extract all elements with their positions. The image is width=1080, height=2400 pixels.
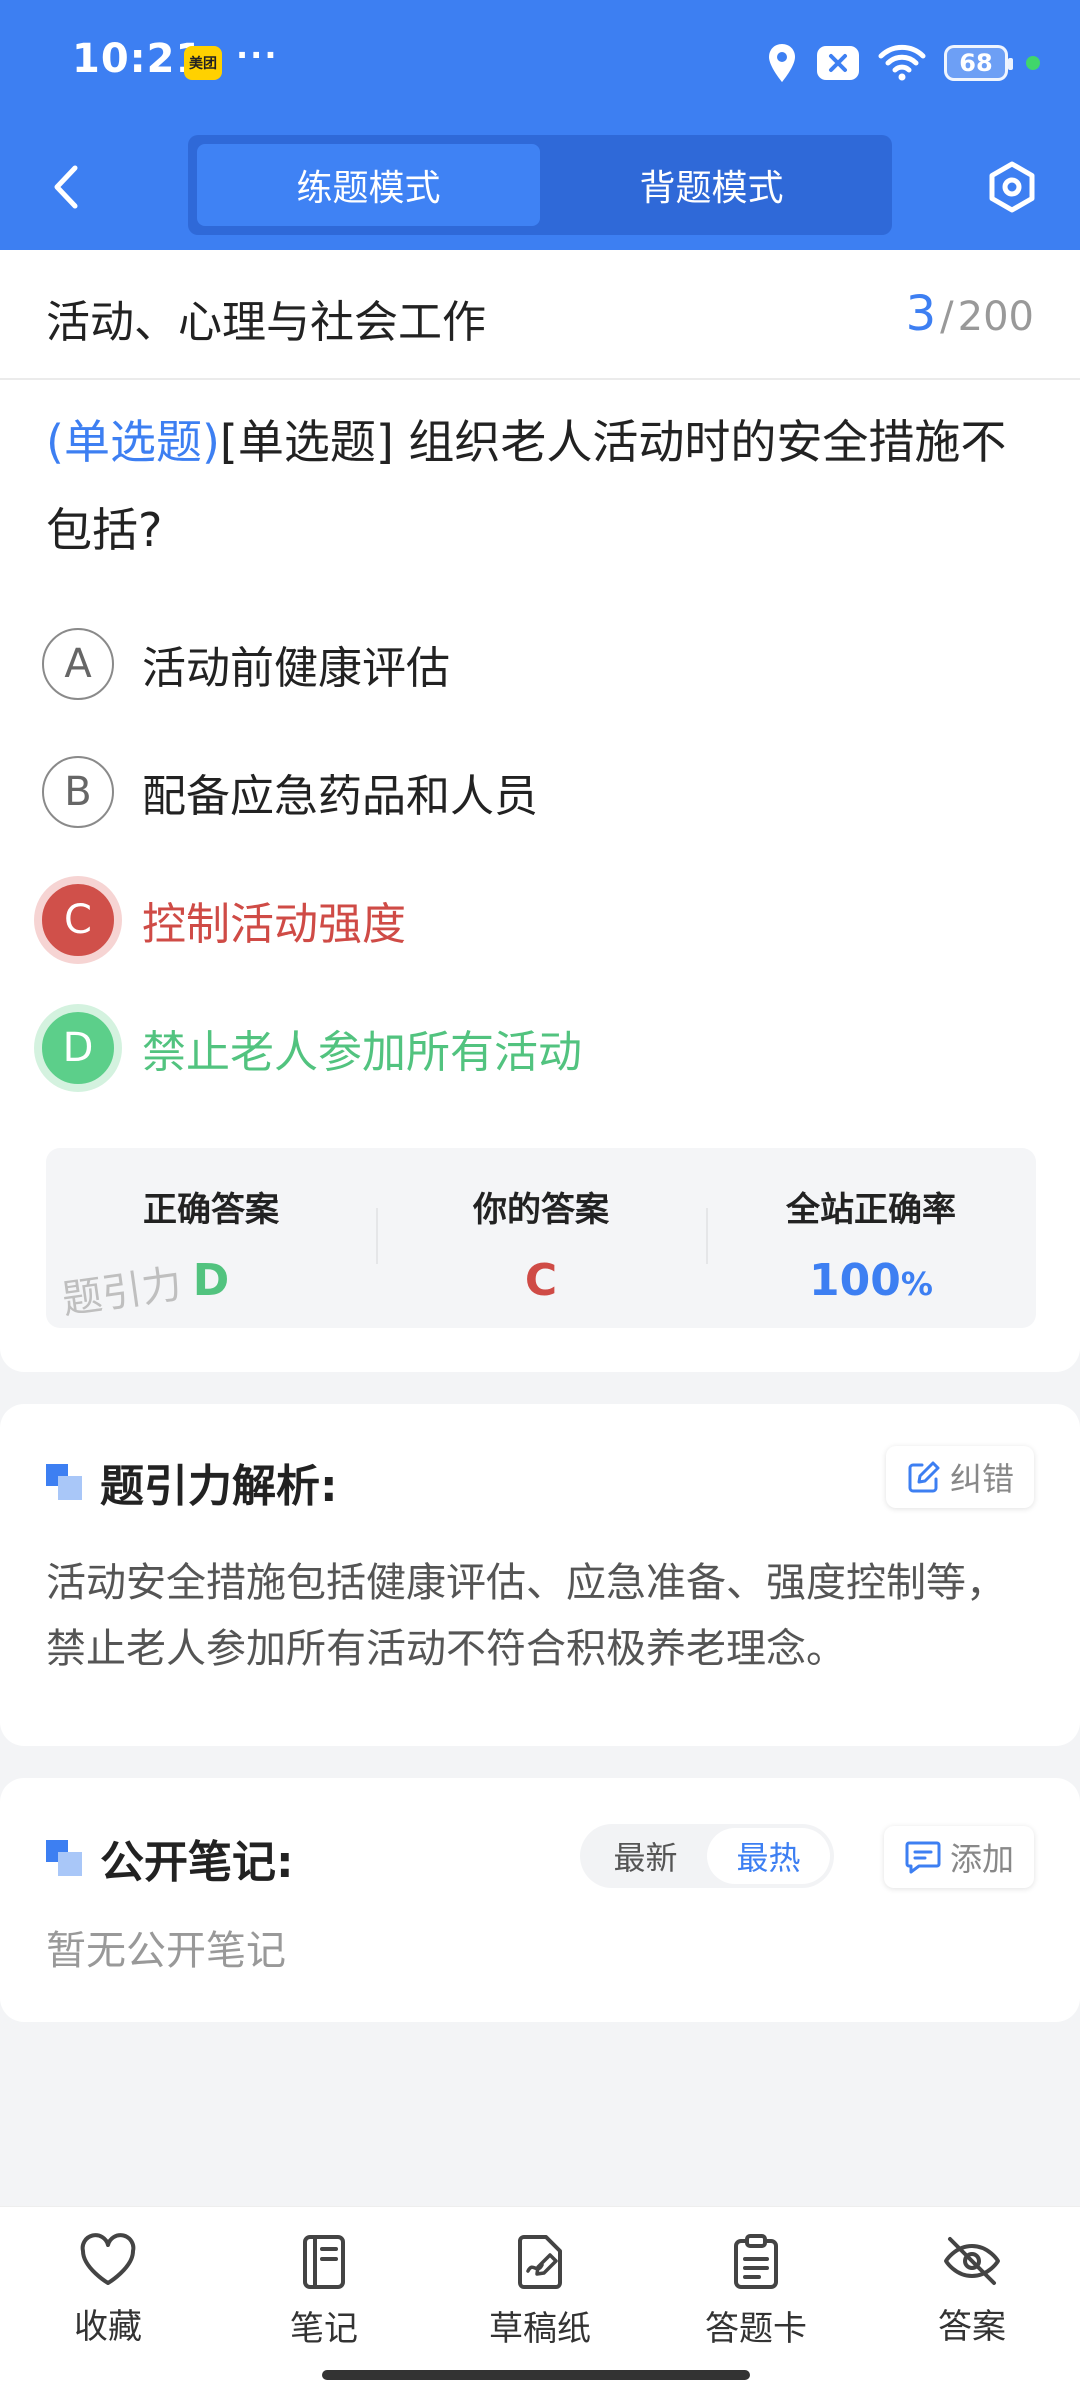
battery-indicator: 68: [944, 45, 1013, 81]
back-button[interactable]: [36, 157, 96, 217]
settings-button[interactable]: [980, 155, 1044, 219]
analysis-header: 题引力解析:: [46, 1450, 338, 1514]
toggle-answer-button[interactable]: 答案: [892, 2233, 1052, 2348]
answer-card-label: 答题卡: [705, 2309, 807, 2349]
option-d[interactable]: D 禁止老人参加所有活动: [42, 1008, 582, 1088]
accuracy-unit: %: [900, 1265, 933, 1303]
report-error-label: 纠错: [949, 1460, 1014, 1498]
option-text: 控制活动强度: [142, 899, 406, 950]
notebook-icon: [303, 2235, 345, 2289]
tab-practice-mode[interactable]: 练题模式: [197, 144, 540, 226]
notes-button[interactable]: 笔记: [244, 2233, 404, 2350]
analysis-card: 题引力解析: 纠错 活动安全措施包括健康评估、应急准备、强度控制等，禁止老人参加…: [0, 1404, 1080, 1746]
section-squares-icon: [46, 1840, 82, 1876]
meituan-app-icon: 美团: [184, 46, 222, 80]
answer-stats: 正确答案 D 题引力 你的答案 C 全站正确率 100%: [46, 1148, 1036, 1328]
question-card: 活动、心理与社会工作 3/200 (单选题)[单选题] 组织老人活动时的安全措施…: [0, 250, 1080, 1372]
notes-title: 公开笔记:: [100, 1837, 294, 1888]
tab-recite-mode[interactable]: 背题模式: [540, 144, 883, 226]
option-a[interactable]: A 活动前健康评估: [42, 624, 450, 704]
analysis-title: 题引力解析:: [100, 1461, 338, 1512]
option-text: 禁止老人参加所有活动: [142, 1027, 582, 1078]
stat-label: 全站正确率: [786, 1190, 956, 1230]
location-icon: [769, 44, 795, 82]
draft-paper-button[interactable]: 草稿纸: [460, 2233, 620, 2350]
status-bar: 10:21 美团 ··· 68: [0, 0, 1080, 125]
accuracy-number: 100: [809, 1255, 901, 1306]
option-b[interactable]: B 配备应急药品和人员: [42, 752, 538, 832]
total-questions: 200: [957, 294, 1034, 340]
current-question-number: 3: [905, 286, 937, 342]
eye-off-icon: [944, 2237, 1000, 2285]
draft-paper-label: 草稿纸: [489, 2309, 591, 2349]
favorite-button[interactable]: 收藏: [28, 2233, 188, 2348]
toggle-answer-label: 答案: [938, 2307, 1006, 2347]
stat-label: 你的答案: [473, 1190, 609, 1230]
question-type-tag: (单选题): [46, 415, 220, 469]
add-note-label: 添加: [949, 1840, 1014, 1878]
option-text: 活动前健康评估: [142, 643, 450, 694]
heart-icon: [80, 2233, 136, 2285]
favorite-label: 收藏: [74, 2307, 142, 2347]
public-notes-card: 公开笔记: 最新 最热 添加 暂无公开笔记: [0, 1778, 1080, 2022]
status-icons: 68: [766, 40, 1040, 86]
privacy-indicator-dot: [1026, 56, 1040, 70]
home-indicator[interactable]: [322, 2370, 750, 2380]
stat-site-accuracy: 全站正确率 100%: [706, 1148, 1036, 1328]
option-letter: D: [42, 1012, 114, 1084]
notes-label: 笔记: [290, 2309, 358, 2349]
answer-card-icon: [734, 2234, 778, 2289]
stat-correct-answer: 正确答案 D 题引力: [46, 1148, 376, 1328]
comment-icon: [905, 1841, 941, 1874]
settings-hexagon-icon: [989, 161, 1035, 213]
app-header: 10:21 美团 ··· 68 练题模式 背题模式: [0, 0, 1080, 250]
option-text: 配备应急药品和人员: [142, 771, 538, 822]
question-text: (单选题)[单选题] 组织老人活动时的安全措施不包括?: [46, 398, 1036, 574]
option-letter: C: [42, 884, 114, 956]
section-squares-icon: [46, 1464, 82, 1500]
edit-icon: [908, 1461, 940, 1493]
battery-level: 68: [959, 49, 993, 77]
analysis-text: 活动安全措施包括健康评估、应急准备、强度控制等，禁止老人参加所有活动不符合积极养…: [46, 1560, 1006, 1672]
nav-bar: 练题模式 背题模式: [0, 125, 1080, 250]
option-letter: B: [42, 756, 114, 828]
stat-your-answer: 你的答案 C: [376, 1148, 706, 1328]
correct-answer-value: D: [192, 1255, 230, 1306]
sim-off-icon: [817, 46, 859, 80]
category-row: 活动、心理与社会工作 3/200: [0, 250, 1080, 380]
watermark: 题引力: [59, 1261, 185, 1324]
notes-sort-toggle: 最新 最热: [580, 1824, 834, 1888]
category-title: 活动、心理与社会工作: [46, 297, 486, 348]
accuracy-value: 100%: [809, 1255, 933, 1306]
sort-latest[interactable]: 最新: [584, 1828, 707, 1884]
report-error-button[interactable]: 纠错: [885, 1446, 1034, 1508]
option-letter: A: [42, 628, 114, 700]
notes-header: 公开笔记:: [46, 1826, 294, 1890]
option-c[interactable]: C 控制活动强度: [42, 880, 406, 960]
progress-separator: /: [940, 294, 954, 340]
add-note-button[interactable]: 添加: [883, 1826, 1034, 1888]
question-progress: 3/200: [906, 286, 1034, 342]
notes-empty-text: 暂无公开笔记: [46, 1928, 286, 1974]
wifi-icon: [878, 44, 926, 81]
chevron-left-icon: [54, 165, 78, 209]
your-answer-value: C: [524, 1255, 558, 1306]
more-notifications-icon: ···: [236, 36, 279, 74]
mode-switch: 练题模式 背题模式: [188, 135, 892, 235]
stat-label: 正确答案: [143, 1190, 279, 1230]
draft-paper-icon: [518, 2235, 562, 2289]
answer-card-button[interactable]: 答题卡: [676, 2233, 836, 2350]
sort-hottest[interactable]: 最热: [707, 1828, 830, 1884]
